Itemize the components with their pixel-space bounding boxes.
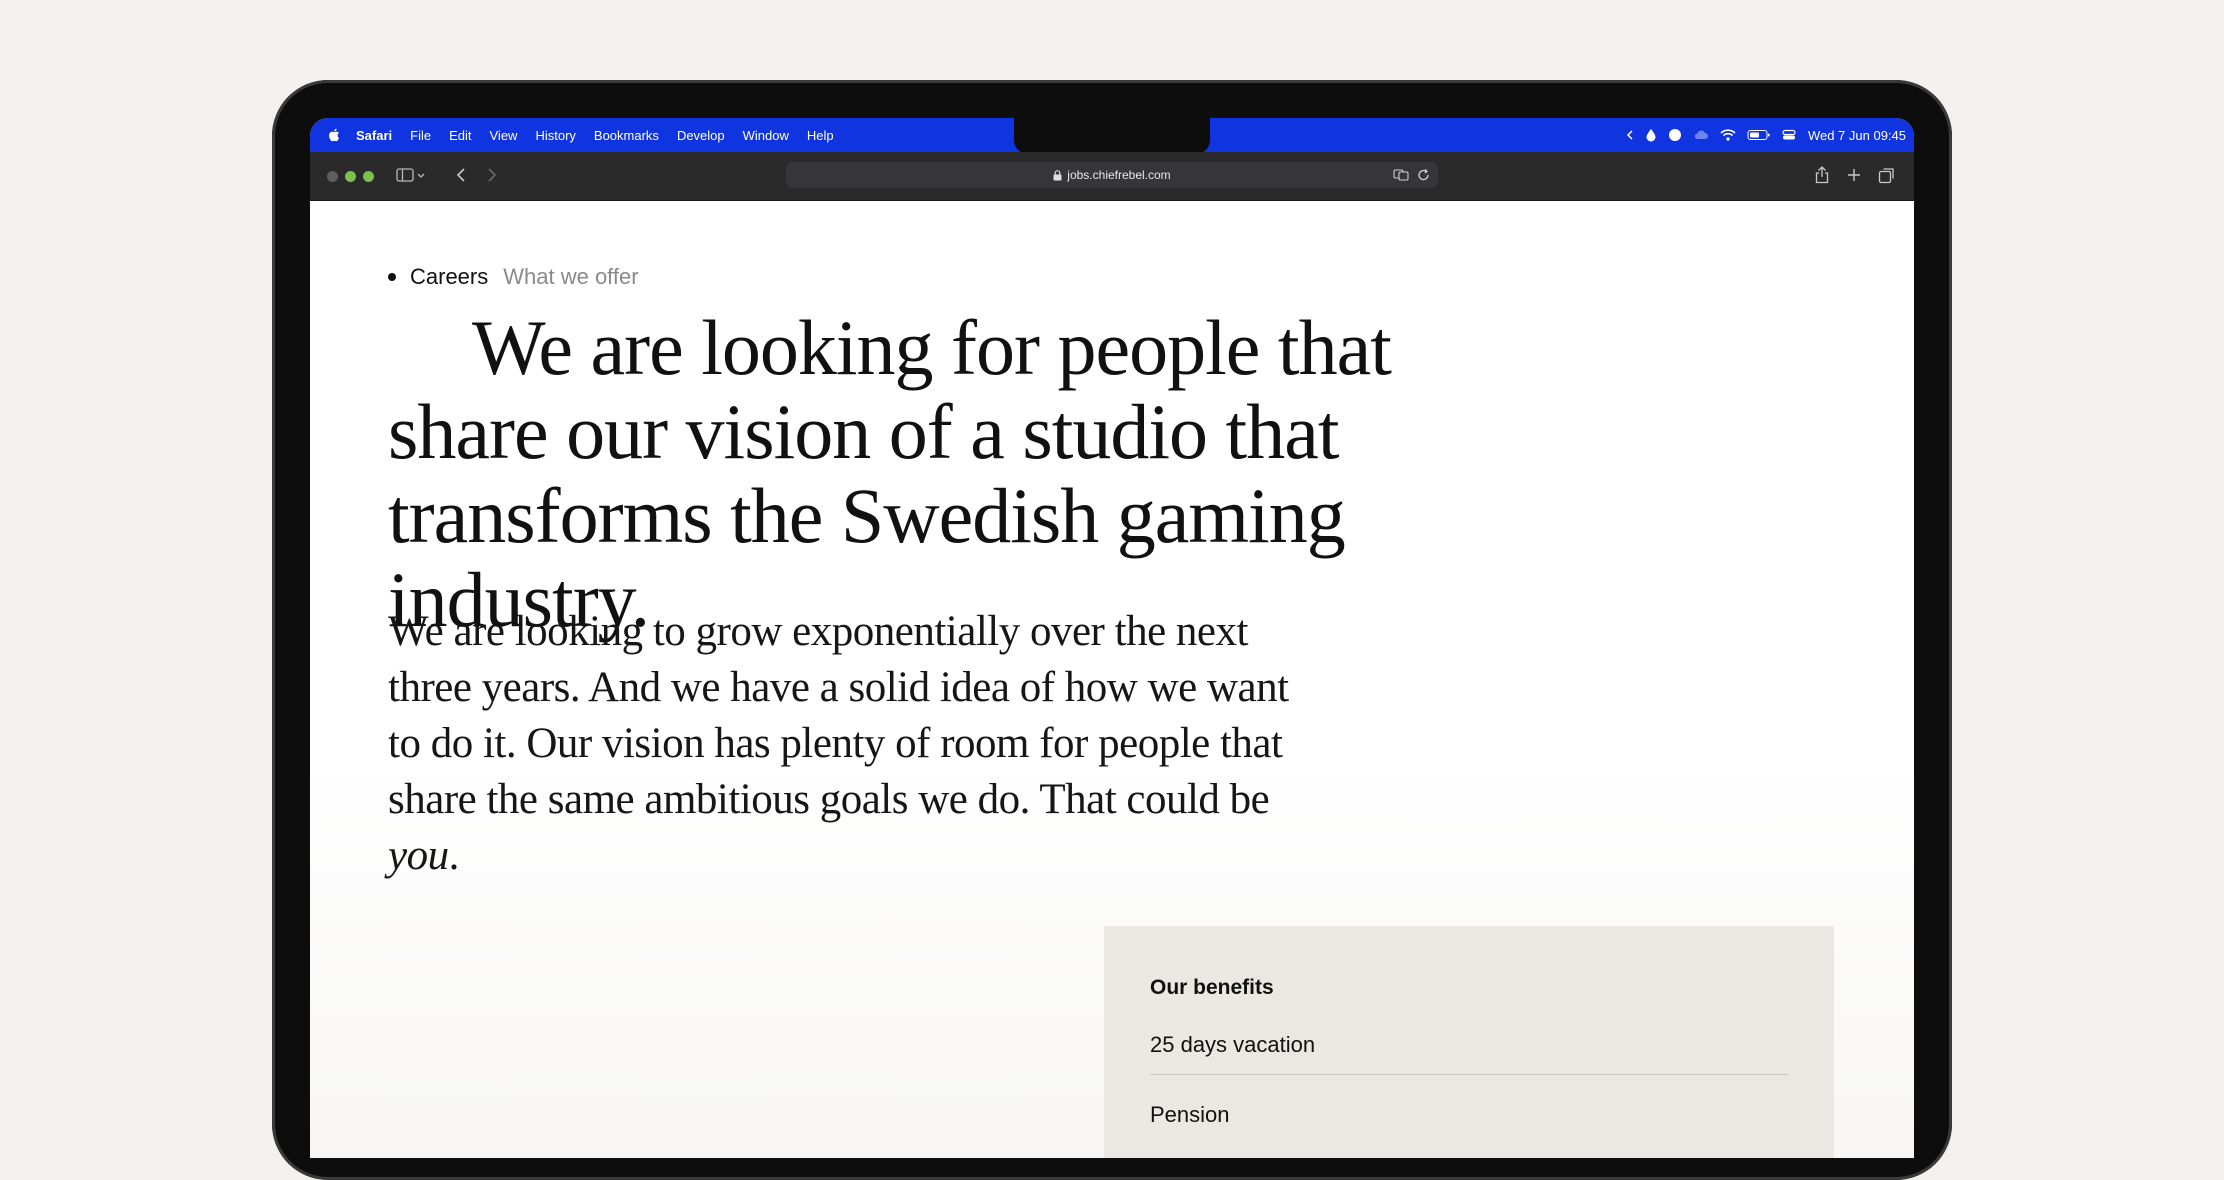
- menu-edit[interactable]: Edit: [449, 128, 471, 143]
- menu-view[interactable]: View: [490, 128, 518, 143]
- address-bar[interactable]: jobs.chiefrebel.com: [786, 162, 1438, 188]
- battery-icon[interactable]: [1747, 129, 1771, 141]
- menu-help[interactable]: Help: [807, 128, 834, 143]
- camera-notch: [1014, 118, 1210, 154]
- control-center-icon[interactable]: [1782, 129, 1796, 141]
- window-controls: [327, 171, 374, 182]
- drop-icon[interactable]: [1645, 128, 1657, 142]
- screen: Safari File Edit View History Bookmarks …: [310, 118, 1914, 1158]
- intro-emphasis: you: [388, 832, 449, 879]
- sidebar-toggle-icon[interactable]: [396, 166, 426, 184]
- menu-clock[interactable]: Wed 7 Jun 09:45: [1808, 128, 1906, 143]
- new-tab-icon[interactable]: [1846, 166, 1862, 184]
- cloud-icon[interactable]: [1693, 129, 1709, 141]
- intro-end: .: [448, 832, 460, 879]
- lock-icon: [1053, 169, 1062, 181]
- back-arrow-icon[interactable]: [454, 166, 468, 184]
- breadcrumb-current: What we offer: [503, 264, 639, 289]
- reload-icon[interactable]: [1417, 168, 1430, 185]
- minimize-window-button[interactable]: [345, 171, 356, 182]
- breadcrumb-bullet: [388, 273, 396, 281]
- menu-window[interactable]: Window: [743, 128, 789, 143]
- wifi-icon[interactable]: [1720, 129, 1736, 141]
- share-icon[interactable]: [1814, 166, 1830, 184]
- breadcrumb: Careers What we offer: [388, 264, 639, 290]
- tab-overview-icon[interactable]: [1878, 166, 1896, 184]
- forward-arrow-icon[interactable]: [485, 166, 499, 184]
- menu-develop[interactable]: Develop: [677, 128, 725, 143]
- apple-icon[interactable]: [328, 128, 340, 142]
- menu-file[interactable]: File: [410, 128, 431, 143]
- benefit-item: Pension: [1150, 1102, 1230, 1127]
- menu-safari[interactable]: Safari: [356, 128, 392, 143]
- translate-icon[interactable]: [1393, 168, 1409, 185]
- intro-paragraph: We are looking to grow exponentially ove…: [388, 604, 1308, 884]
- menu-bookmarks[interactable]: Bookmarks: [594, 128, 659, 143]
- shield-icon[interactable]: [1668, 128, 1682, 142]
- browser-toolbar: jobs.chiefrebel.com: [310, 152, 1914, 201]
- url-text: jobs.chiefrebel.com: [1067, 168, 1171, 182]
- menu-history[interactable]: History: [535, 128, 575, 143]
- intro-text: We are looking to grow exponentially ove…: [388, 608, 1289, 823]
- breadcrumb-careers-link[interactable]: Careers: [410, 264, 488, 290]
- close-window-button[interactable]: [327, 171, 338, 182]
- page-content: Careers What we offer We are looking for…: [310, 200, 1914, 1158]
- page-headline: We are looking for people that share our…: [388, 304, 1392, 643]
- benefits-card: Our benefits 25 days vacation Pension: [1104, 926, 1834, 1158]
- benefit-item: 25 days vacation: [1150, 1032, 1788, 1075]
- chevron-left-icon[interactable]: [1626, 129, 1634, 141]
- benefits-title: Our benefits: [1150, 976, 1274, 999]
- zoom-window-button[interactable]: [363, 171, 374, 182]
